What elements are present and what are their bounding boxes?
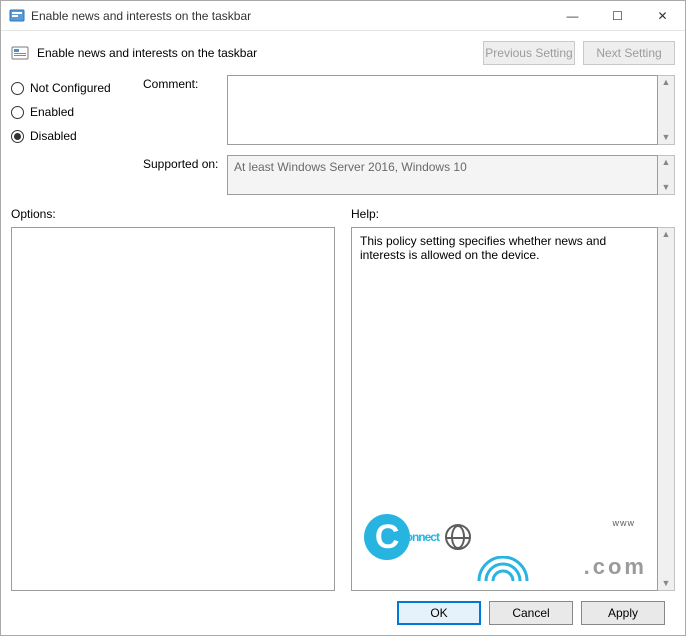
radio-disabled[interactable]: Disabled [11, 129, 131, 143]
cancel-button[interactable]: Cancel [489, 601, 573, 625]
wifi-icon [474, 556, 532, 586]
state-radios: Not Configured Enabled Disabled [11, 75, 131, 195]
window-controls: — ☐ ✕ [550, 1, 685, 30]
scrollbar[interactable]: ▲ ▼ [658, 155, 675, 195]
options-pane: Options: [11, 207, 335, 591]
titlebar: Enable news and interests on the taskbar… [1, 1, 685, 31]
globe-icon [445, 524, 471, 550]
scrollbar[interactable]: ▲ ▼ [658, 227, 675, 591]
comment-textarea[interactable] [227, 75, 658, 145]
chevron-up-icon: ▲ [662, 76, 671, 89]
next-setting-button[interactable]: Next Setting [583, 41, 675, 65]
policy-icon [9, 8, 25, 24]
chevron-up-icon: ▲ [662, 156, 671, 169]
chevron-up-icon: ▲ [662, 228, 671, 241]
gpo-editor-window: Enable news and interests on the taskbar… [0, 0, 686, 636]
header-row: Enable news and interests on the taskbar… [1, 31, 685, 73]
policy-item-icon [11, 44, 29, 62]
radio-label: Not Configured [30, 81, 111, 95]
close-button[interactable]: ✕ [640, 1, 685, 30]
watermark-brand: onnect [406, 530, 439, 544]
setting-nav: Previous Setting Next Setting [483, 41, 675, 65]
radio-icon [11, 82, 24, 95]
scrollbar[interactable]: ▲ ▼ [658, 75, 675, 145]
comment-label: Comment: [143, 75, 221, 91]
options-label: Options: [11, 207, 335, 221]
radio-icon [11, 106, 24, 119]
radio-enabled[interactable]: Enabled [11, 105, 131, 119]
radio-label: Disabled [30, 129, 77, 143]
field-column: Comment: ▲ ▼ Supported on: At least Wind… [143, 75, 675, 195]
radio-label: Enabled [30, 105, 74, 119]
watermark-c-icon: C [364, 514, 410, 560]
top-section: Not Configured Enabled Disabled Comment: [11, 75, 675, 195]
radio-not-configured[interactable]: Not Configured [11, 81, 131, 95]
help-content: This policy setting specifies whether ne… [351, 227, 658, 591]
previous-setting-button[interactable]: Previous Setting [483, 41, 575, 65]
chevron-down-icon: ▼ [662, 577, 671, 590]
help-text: This policy setting specifies whether ne… [360, 234, 606, 262]
minimize-button[interactable]: — [550, 1, 595, 30]
help-pane: Help: This policy setting specifies whet… [351, 207, 675, 591]
panes: Options: Help: This policy setting speci… [11, 207, 675, 591]
header-title: Enable news and interests on the taskbar [37, 46, 475, 60]
maximize-button[interactable]: ☐ [595, 1, 640, 30]
chevron-down-icon: ▼ [662, 131, 671, 144]
footer-buttons: OK Cancel Apply [11, 591, 675, 635]
apply-button[interactable]: Apply [581, 601, 665, 625]
watermark-com: .com [584, 554, 647, 580]
dialog-body: Not Configured Enabled Disabled Comment: [1, 73, 685, 635]
watermark: www C onnect .com [364, 514, 647, 580]
chevron-down-icon: ▼ [662, 181, 671, 194]
radio-icon [11, 130, 24, 143]
watermark-www: www [613, 518, 636, 528]
options-content [11, 227, 335, 591]
ok-button[interactable]: OK [397, 601, 481, 625]
help-label: Help: [351, 207, 675, 221]
supported-row: Supported on: At least Windows Server 20… [143, 155, 675, 195]
comment-row: Comment: ▲ ▼ [143, 75, 675, 145]
supported-on-value: At least Windows Server 2016, Windows 10 [227, 155, 658, 195]
window-title: Enable news and interests on the taskbar [31, 9, 550, 23]
supported-label: Supported on: [143, 155, 221, 171]
